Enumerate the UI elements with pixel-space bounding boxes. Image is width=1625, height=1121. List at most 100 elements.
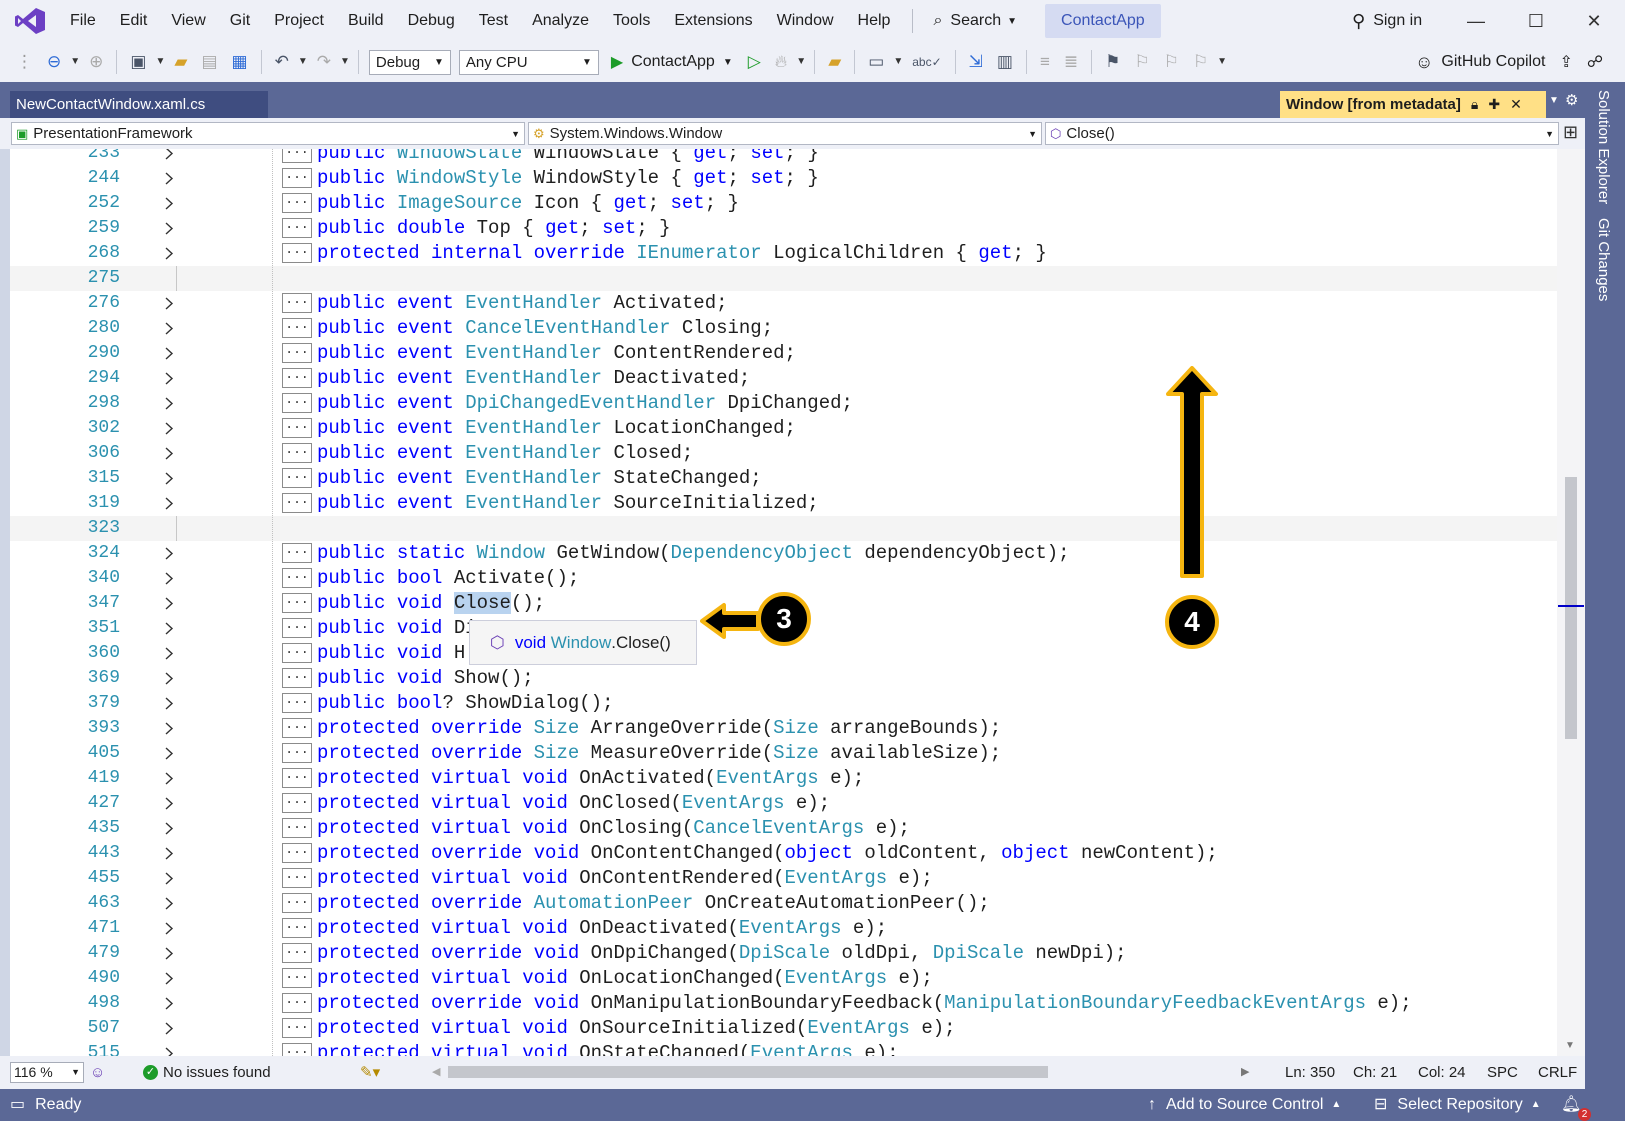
expand-chevron-icon[interactable] xyxy=(162,991,176,1016)
minimize-button[interactable]: — xyxy=(1448,0,1504,42)
code-line[interactable]: 490... protected virtual void OnLocationC… xyxy=(10,966,1557,991)
collapsed-block-indicator[interactable]: ... xyxy=(282,1043,312,1056)
add-to-source-control-button[interactable]: ↑ Add to Source Control ▲ xyxy=(1148,1089,1341,1121)
expand-chevron-icon[interactable] xyxy=(162,416,176,441)
split-editor-icon[interactable]: ⊞ xyxy=(1563,122,1578,143)
expand-chevron-icon[interactable] xyxy=(162,566,176,591)
scroll-left-arrow-icon[interactable]: ◀ xyxy=(432,1056,440,1089)
collapsed-block-indicator[interactable]: ... xyxy=(282,993,312,1013)
collapsed-block-indicator[interactable]: ... xyxy=(282,668,312,688)
expand-chevron-icon[interactable] xyxy=(162,866,176,891)
close-window-button[interactable]: ✕ xyxy=(1566,0,1622,42)
code-text[interactable]: public event EventHandler Deactivated; xyxy=(317,366,750,391)
uncomment-icon[interactable]: ≣ xyxy=(1057,42,1085,82)
code-text[interactable]: public event EventHandler ContentRendere… xyxy=(317,341,796,366)
collapsed-block-indicator[interactable]: ... xyxy=(282,693,312,713)
format-icon[interactable]: ▥ xyxy=(990,42,1020,82)
chevron-down-icon[interactable]: ▼ xyxy=(338,42,352,82)
forward-icon[interactable]: ⊕ xyxy=(82,42,110,82)
spell-check-icon[interactable]: abc✓ xyxy=(905,42,948,82)
expand-chevron-icon[interactable] xyxy=(162,316,176,341)
code-text[interactable]: protected override Size MeasureOverride(… xyxy=(317,741,1001,766)
code-line[interactable]: 302... public event EventHandler Location… xyxy=(10,416,1557,441)
expand-chevron-icon[interactable] xyxy=(162,291,176,316)
platform-dropdown[interactable]: Any CPU ▼ xyxy=(458,49,599,75)
code-line[interactable]: 471... protected virtual void OnDeactivat… xyxy=(10,916,1557,941)
sign-in-button[interactable]: ⚲ Sign in xyxy=(1352,0,1422,42)
expand-chevron-icon[interactable] xyxy=(162,791,176,816)
code-text[interactable]: protected virtual void OnStateChanged(Ev… xyxy=(317,1041,899,1056)
select-repository-button[interactable]: ⊟ Select Repository ▲ xyxy=(1374,1089,1541,1121)
expand-chevron-icon[interactable] xyxy=(162,741,176,766)
code-line[interactable]: 419... protected virtual void OnActivated… xyxy=(10,766,1557,791)
expand-chevron-icon[interactable] xyxy=(162,716,176,741)
code-line[interactable]: 455... protected virtual void OnContentRe… xyxy=(10,866,1557,891)
back-icon[interactable]: ⊖ xyxy=(40,42,68,82)
collapsed-block-indicator[interactable]: ... xyxy=(282,468,312,488)
expand-chevron-icon[interactable] xyxy=(162,1041,176,1056)
menu-item-edit[interactable]: Edit xyxy=(108,0,160,42)
code-text[interactable]: public static Window GetWindow(Dependenc… xyxy=(317,541,1070,566)
code-text[interactable]: public void Close(); xyxy=(317,591,545,616)
share-icon[interactable]: ⇪ xyxy=(1559,52,1572,72)
code-line[interactable]: 244... public WindowStyle WindowStyle { g… xyxy=(10,166,1557,191)
expand-chevron-icon[interactable] xyxy=(162,616,176,641)
menu-item-help[interactable]: Help xyxy=(846,0,903,42)
line-ending-indicator[interactable]: CRLF xyxy=(1538,1056,1577,1089)
type-dropdown[interactable]: ⚙ System.Windows.Window ▼ xyxy=(528,122,1042,145)
chevron-down-icon[interactable]: ▼ xyxy=(296,42,310,82)
collapsed-block-indicator[interactable]: ... xyxy=(282,543,312,563)
comment-icon[interactable]: ≡ xyxy=(1033,42,1057,82)
save-icon[interactable]: ▤ xyxy=(194,42,224,82)
code-line[interactable]: 275 xyxy=(10,266,1557,291)
gear-icon[interactable]: ⚙ xyxy=(1565,91,1578,109)
zoom-dropdown[interactable]: 116 % ▼ xyxy=(10,1062,84,1083)
expand-chevron-icon[interactable] xyxy=(162,816,176,841)
code-line[interactable]: 379... public bool? ShowDialog(); xyxy=(10,691,1557,716)
code-text[interactable]: public void Show(); xyxy=(317,666,534,691)
menu-item-analyze[interactable]: Analyze xyxy=(520,0,601,42)
save-all-icon[interactable]: ▦ xyxy=(225,42,255,82)
copilot-status-icon[interactable]: ☺ xyxy=(90,1056,105,1089)
menu-item-view[interactable]: View xyxy=(159,0,217,42)
code-text[interactable]: public void H xyxy=(317,641,465,666)
code-text[interactable]: protected virtual void OnSourceInitializ… xyxy=(317,1016,956,1041)
solution-explorer-icon[interactable]: ▰ xyxy=(821,42,848,82)
expand-chevron-icon[interactable] xyxy=(162,466,176,491)
code-line[interactable]: 323 xyxy=(10,516,1557,541)
code-line[interactable]: 405... protected override Size MeasureOve… xyxy=(10,741,1557,766)
collapsed-block-indicator[interactable]: ... xyxy=(282,318,312,338)
collapsed-block-indicator[interactable]: ... xyxy=(282,168,312,188)
tab-solution-explorer[interactable]: Solution Explorer xyxy=(1595,90,1612,204)
scroll-down-arrow-icon[interactable]: ▼ xyxy=(1565,1040,1575,1051)
chevron-down-icon[interactable]: ▼ xyxy=(891,42,905,82)
code-text[interactable]: public event EventHandler Activated; xyxy=(317,291,728,316)
code-line[interactable]: 298... public event DpiChangedEventHandle… xyxy=(10,391,1557,416)
expand-chevron-icon[interactable] xyxy=(162,766,176,791)
code-line[interactable]: 515... protected virtual void OnStateChan… xyxy=(10,1041,1557,1056)
code-text[interactable]: protected override void OnContentChanged… xyxy=(317,841,1218,866)
tab-window-metadata[interactable]: Window [from metadata] 🔒︎ ✚ ✕ xyxy=(1280,91,1546,118)
vertical-scrollbar-thumb[interactable] xyxy=(1565,477,1577,739)
collapsed-block-indicator[interactable]: ... xyxy=(282,943,312,963)
tab-git-changes[interactable]: Git Changes xyxy=(1595,218,1612,301)
column-indicator[interactable]: Col: 24 xyxy=(1418,1056,1466,1089)
code-line[interactable]: 276... public event EventHandler Activate… xyxy=(10,291,1557,316)
code-text[interactable]: public void Di xyxy=(317,616,477,641)
collapsed-block-indicator[interactable]: ... xyxy=(282,593,312,613)
code-line[interactable]: 306... public event EventHandler Closed; xyxy=(10,441,1557,466)
code-text[interactable]: protected override void OnDpiChanged(Dpi… xyxy=(317,941,1127,966)
code-line[interactable]: 427... protected virtual void OnClosed(Ev… xyxy=(10,791,1557,816)
code-line[interactable]: 340... public bool Activate(); xyxy=(10,566,1557,591)
expand-chevron-icon[interactable] xyxy=(162,441,176,466)
menu-item-tools[interactable]: Tools xyxy=(601,0,662,42)
collapsed-block-indicator[interactable]: ... xyxy=(282,918,312,938)
code-text[interactable]: public double Top { get; set; } xyxy=(317,216,671,241)
expand-chevron-icon[interactable] xyxy=(162,891,176,916)
code-line[interactable]: 507... protected virtual void OnSourceIni… xyxy=(10,1016,1557,1041)
collapsed-block-indicator[interactable]: ... xyxy=(282,193,312,213)
hot-reload-icon[interactable]: 🔥︎ xyxy=(768,42,794,82)
chevron-down-icon[interactable]: ▼ xyxy=(68,42,82,82)
collapsed-block-indicator[interactable]: ... xyxy=(282,343,312,363)
collapsed-block-indicator[interactable]: ... xyxy=(282,643,312,663)
